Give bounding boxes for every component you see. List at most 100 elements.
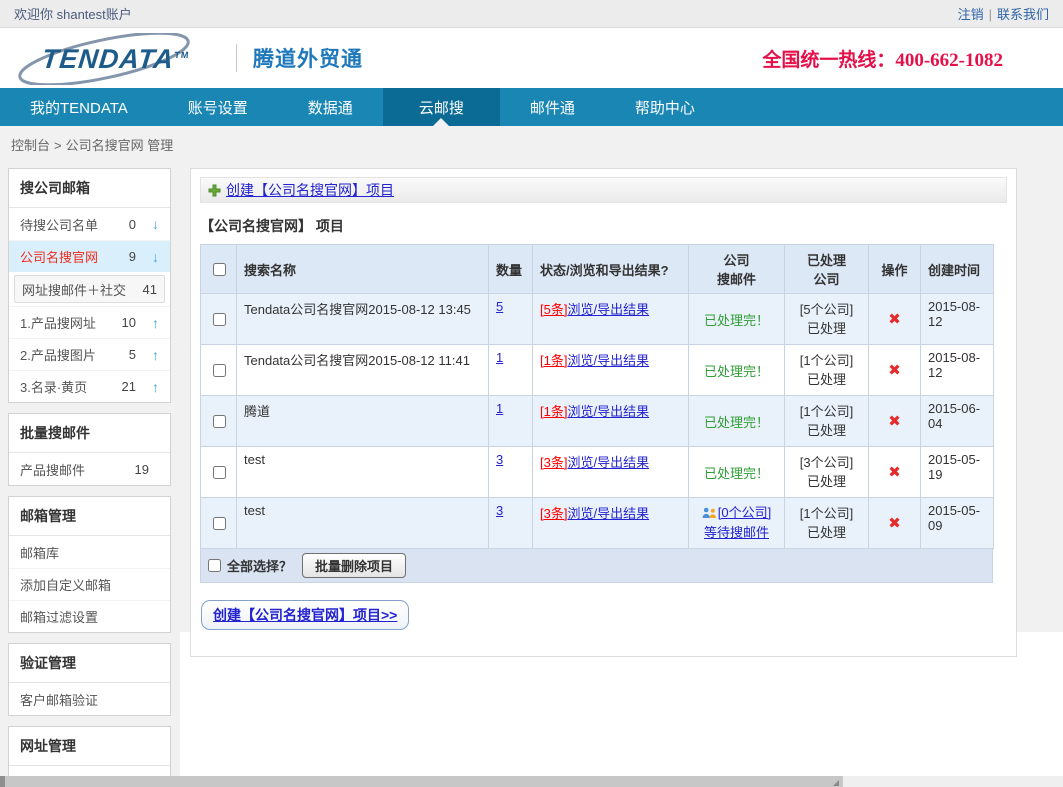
sidebar-item-url-search-email-social[interactable]: 网址搜邮件＋社交 41	[14, 275, 165, 303]
table-row: Tendata公司名搜官网2015-08-12 11:41 1 [1条]浏览/导出结…	[201, 345, 994, 396]
sidebar-item-count: 41	[143, 282, 157, 297]
nav-item-data-service[interactable]: 数据通	[278, 88, 383, 126]
table-header-row: 搜索名称 数量 状态/浏览和导出结果? 公司搜邮件 已处理公司 操作 创建时间	[201, 245, 994, 294]
row-count-link[interactable]: 5	[496, 299, 503, 314]
row-status-count-link[interactable]: [5条]	[540, 302, 567, 317]
row-search-name: Tendata公司名搜官网2015-08-12 11:41	[237, 345, 489, 396]
sidebar-section-title: 邮箱管理	[9, 497, 170, 536]
row-status-cell: [1条]浏览/导出结果	[533, 345, 689, 396]
row-checkbox[interactable]	[213, 466, 226, 479]
arrow-up-icon[interactable]: ↑	[149, 315, 162, 331]
nav-item-help-center[interactable]: 帮助中心	[605, 88, 725, 126]
header-checkbox[interactable]	[213, 263, 226, 276]
row-status-browse-export-link[interactable]: 浏览/导出结果	[567, 506, 649, 521]
row-count-link[interactable]: 3	[496, 452, 503, 467]
sidebar-item-mailbox-filter-settings[interactable]: 邮箱过滤设置	[9, 600, 170, 632]
col-header-created: 创建时间	[921, 245, 994, 294]
table-row: test3[3条]浏览/导出结果[0个公司]等待搜邮件[1个公司]已处理✖201…	[201, 498, 994, 549]
topbar: 欢迎你 shantest账户 注销|联系我们	[0, 0, 1063, 28]
row-status-browse-export-link[interactable]: 浏览/导出结果	[567, 353, 649, 368]
plus-icon[interactable]	[208, 184, 221, 197]
delete-row-icon[interactable]: ✖	[888, 311, 901, 328]
breadcrumb-root[interactable]: 控制台	[11, 138, 50, 153]
sidebar-item-directory-yellow-pages[interactable]: 3.名录·黄页21↑	[9, 370, 170, 402]
tendata-logo[interactable]: TENDATATM	[12, 31, 220, 85]
row-company-mail-cell: 已处理完！	[689, 447, 785, 498]
sidebar-item-add-custom-mailbox[interactable]: 添加自定义邮箱	[9, 568, 170, 600]
delete-row-icon[interactable]: ✖	[888, 362, 901, 379]
nav-item-mail-service[interactable]: 邮件通	[500, 88, 605, 126]
panel-title: 【公司名搜官网】 项目	[200, 216, 1007, 236]
header: TENDATATM 腾道外贸通 全国统一热线：400-662-1082	[0, 28, 1063, 88]
row-checkbox[interactable]	[213, 364, 226, 377]
sidebar-section-search-company-email: 搜公司邮箱待搜公司名单0↓公司名搜官网9↓网址搜邮件＋社交411.产品搜网址10…	[8, 168, 171, 403]
scrollbar-left-cap	[0, 776, 5, 787]
select-all-bar: 全部选择？ 批量删除项目	[200, 549, 993, 583]
row-select-cell	[201, 498, 237, 549]
row-actions-cell: ✖	[869, 447, 921, 498]
create-project-button[interactable]: 创建【公司名搜官网】项目>>	[201, 600, 409, 630]
arrow-up-icon[interactable]: ↑	[149, 347, 162, 363]
sidebar-item-label: 网址搜邮件＋社交	[22, 280, 139, 299]
sidebar-item-mailbox-library[interactable]: 邮箱库	[9, 536, 170, 568]
row-status-cell: [3条]浏览/导出结果	[533, 447, 689, 498]
delete-row-icon[interactable]: ✖	[888, 464, 901, 481]
sidebar-item-company-name-search-site[interactable]: 公司名搜官网9↓	[9, 240, 170, 272]
row-processed-cell: [1个公司]已处理	[785, 498, 869, 549]
row-checkbox[interactable]	[213, 517, 226, 530]
sidebar-item-label: 公司名搜官网	[20, 247, 129, 266]
row-status-browse-export-link[interactable]: 浏览/导出结果	[567, 302, 649, 317]
sidebar-item-url-library[interactable]: 网址库	[9, 766, 170, 776]
row-count-link[interactable]: 1	[496, 350, 503, 365]
row-mail-waiting-link[interactable]: 等待搜邮件	[704, 525, 769, 540]
row-status-count-link[interactable]: [1条]	[540, 353, 567, 368]
arrow-down-icon[interactable]: ↓	[149, 249, 162, 265]
row-status-count-link[interactable]: [3条]	[540, 455, 567, 470]
breadcrumb-current: 公司名搜官网 管理	[66, 138, 174, 153]
row-count-link[interactable]: 1	[496, 401, 503, 416]
sidebar-item-product-search-image[interactable]: 2.产品搜图片5 ↑	[9, 338, 170, 370]
sidebar-item-count: 10	[122, 315, 136, 330]
create-project-link[interactable]: 创建【公司名搜官网】项目	[226, 180, 394, 200]
row-status-count-link[interactable]: [3条]	[540, 506, 567, 521]
sidebar-item-label: 邮箱过滤设置	[20, 607, 162, 626]
row-status-browse-export-link[interactable]: 浏览/导出结果	[567, 455, 649, 470]
arrow-up-icon[interactable]: ↑	[149, 379, 162, 395]
nav-item-cloud-mail-search[interactable]: 云邮搜	[383, 88, 500, 126]
nav-item-account-settings[interactable]: 账号设置	[158, 88, 278, 126]
sidebar-item-product-search-email[interactable]: 产品搜邮件19	[9, 453, 170, 485]
sidebar-item-label: 添加自定义邮箱	[20, 575, 162, 594]
sidebar-section-url-management: 网址管理网址库	[8, 726, 171, 776]
sidebar-section-title: 网址管理	[9, 727, 170, 766]
sidebar-item-count: 5	[129, 347, 136, 362]
sidebar-section-verify-management: 验证管理客户邮箱验证	[8, 643, 171, 716]
row-status-count-link[interactable]: [1条]	[540, 404, 567, 419]
row-checkbox[interactable]	[213, 415, 226, 428]
select-all-checkbox[interactable]	[208, 559, 221, 572]
delete-row-icon[interactable]: ✖	[888, 515, 901, 532]
sidebar-item-product-search-url[interactable]: 1.产品搜网址10↑	[9, 306, 170, 338]
contact-link[interactable]: 联系我们	[997, 7, 1049, 22]
sidebar-item-customer-email-verify[interactable]: 客户邮箱验证	[9, 683, 170, 715]
row-count-link[interactable]: 3	[496, 503, 503, 518]
sidebar-item-pending-company-list[interactable]: 待搜公司名单0↓	[9, 208, 170, 240]
row-status-cell: [3条]浏览/导出结果	[533, 498, 689, 549]
content-area: 控制台>公司名搜官网 管理 搜公司邮箱待搜公司名单0↓公司名搜官网9↓网址搜邮件…	[0, 126, 1063, 776]
row-mail-company-link[interactable]: [0个公司]	[718, 505, 771, 520]
nav-item-my-tendata[interactable]: 我的TENDATA	[0, 88, 158, 126]
scrollbar-grip-icon	[833, 780, 839, 786]
breadcrumb: 控制台>公司名搜官网 管理	[11, 135, 173, 154]
horizontal-scrollbar[interactable]	[0, 776, 1063, 787]
sidebar-item-label: 2.产品搜图片	[20, 345, 129, 364]
logo-divider	[236, 44, 237, 72]
logout-link[interactable]: 注销	[958, 7, 984, 22]
sidebar-item-label: 客户邮箱验证	[20, 690, 162, 709]
row-status-browse-export-link[interactable]: 浏览/导出结果	[567, 404, 649, 419]
scrollbar-thumb[interactable]	[843, 776, 1063, 787]
row-checkbox[interactable]	[213, 313, 226, 326]
row-count-cell: 3	[489, 498, 533, 549]
row-select-cell	[201, 345, 237, 396]
batch-delete-button[interactable]: 批量删除项目	[302, 553, 406, 578]
arrow-down-icon[interactable]: ↓	[149, 216, 162, 232]
delete-row-icon[interactable]: ✖	[888, 413, 901, 430]
